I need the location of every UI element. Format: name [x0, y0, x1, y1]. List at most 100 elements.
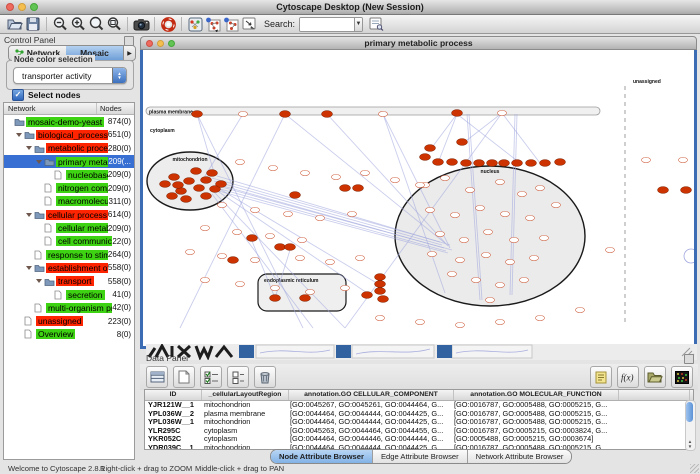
- network-node[interactable]: [356, 255, 365, 260]
- network-node[interactable]: [275, 244, 286, 251]
- node-color-dropdown[interactable]: transporter activity ▲▼: [13, 67, 127, 84]
- network-node[interactable]: [376, 315, 385, 320]
- zoom-selected-icon[interactable]: [87, 16, 105, 33]
- snapshot-camera-icon[interactable]: [132, 16, 150, 33]
- network-node[interactable]: [184, 178, 195, 185]
- network-node[interactable]: [476, 205, 485, 210]
- network-node[interactable]: [298, 237, 307, 242]
- tree-row[interactable]: response to stimul264(0): [4, 248, 134, 261]
- network-node[interactable]: [441, 175, 450, 180]
- network-node[interactable]: [266, 233, 275, 238]
- attribute-matrix-icon[interactable]: [671, 366, 693, 388]
- table-scrollbar-arrows[interactable]: ▲▼: [686, 439, 694, 449]
- save-session-icon[interactable]: [24, 16, 42, 33]
- network-node[interactable]: [606, 247, 615, 252]
- network-node[interactable]: [520, 277, 529, 282]
- unselect-all-attributes-icon[interactable]: [227, 366, 249, 388]
- network-node[interactable]: [451, 212, 460, 217]
- tree-row[interactable]: metabolic process280(0): [4, 142, 134, 155]
- network-node[interactable]: [236, 281, 245, 286]
- tree-row[interactable]: establishment of lo558(0): [4, 261, 134, 274]
- search-dropdown-arrow[interactable]: ▼: [354, 18, 362, 31]
- network-node[interactable]: [228, 257, 239, 264]
- network-node[interactable]: [486, 297, 495, 302]
- network-node[interactable]: [251, 257, 260, 262]
- network-node[interactable]: [341, 285, 350, 290]
- tree-row[interactable]: cell communicat22(0): [4, 235, 134, 248]
- network-node[interactable]: [474, 160, 485, 167]
- network-node[interactable]: [487, 160, 498, 167]
- network-node[interactable]: [169, 174, 180, 181]
- tree-row[interactable]: secretion41(0): [4, 288, 134, 301]
- select-all-attributes-icon[interactable]: [200, 366, 222, 388]
- expander-icon[interactable]: [36, 277, 44, 285]
- network-node[interactable]: [332, 174, 341, 179]
- expander-icon[interactable]: [26, 264, 34, 272]
- expander-icon[interactable]: [36, 158, 44, 166]
- window-resize-grip[interactable]: [690, 464, 699, 473]
- network-node[interactable]: [452, 110, 463, 117]
- network-node[interactable]: [201, 225, 210, 230]
- search-input[interactable]: [300, 18, 354, 31]
- network-node[interactable]: [484, 229, 493, 234]
- network-node[interactable]: [191, 168, 202, 175]
- tree-row[interactable]: multi-organism pro42(0): [4, 301, 134, 314]
- network-node[interactable]: [201, 193, 212, 200]
- network-node[interactable]: [498, 110, 507, 115]
- network-node[interactable]: [348, 211, 357, 216]
- network-node[interactable]: [456, 257, 465, 262]
- network-node[interactable]: [167, 193, 178, 200]
- tree-row[interactable]: nucleobase-209(0): [4, 168, 134, 181]
- network-node[interactable]: [576, 307, 585, 312]
- network-node[interactable]: [433, 159, 444, 166]
- network-node[interactable]: [679, 157, 688, 162]
- zoom-out-icon[interactable]: [51, 16, 69, 33]
- network-node[interactable]: [555, 159, 566, 166]
- network-graph[interactable]: plasma membrane cytoplasm mitochondrion …: [143, 50, 694, 330]
- network-node[interactable]: [207, 170, 218, 177]
- tree-row[interactable]: Overview8(0): [4, 328, 134, 341]
- tree-column-network[interactable]: Network: [4, 103, 97, 114]
- network-overview-icon[interactable]: [186, 16, 204, 33]
- network-node[interactable]: [536, 315, 545, 320]
- network-node[interactable]: [512, 160, 523, 167]
- notes-icon[interactable]: [590, 366, 612, 388]
- network-node[interactable]: [496, 319, 505, 324]
- vizmapper-icon[interactable]: [204, 16, 222, 33]
- tree-row[interactable]: transport558(0): [4, 275, 134, 288]
- table-row[interactable]: YKR052Ccytoplasm[GO:0044464, GO:0044446,…: [145, 435, 693, 444]
- network-node[interactable]: [269, 165, 278, 170]
- network-node[interactable]: [201, 177, 212, 184]
- network-node[interactable]: [280, 111, 291, 118]
- network-node[interactable]: [300, 295, 311, 302]
- expander-icon[interactable]: [16, 131, 24, 139]
- network-node[interactable]: [436, 231, 445, 236]
- network-node[interactable]: [236, 159, 245, 164]
- expander-icon[interactable]: [26, 211, 34, 219]
- network-node[interactable]: [428, 251, 437, 256]
- network-node[interactable]: [681, 187, 692, 194]
- network-node[interactable]: [499, 160, 510, 167]
- network-node[interactable]: [416, 182, 425, 187]
- network-node[interactable]: [247, 235, 258, 242]
- network-node[interactable]: [375, 288, 386, 295]
- network-node[interactable]: [251, 207, 260, 212]
- network-node[interactable]: [391, 177, 400, 182]
- network-node[interactable]: [420, 154, 431, 161]
- network-node[interactable]: [460, 237, 469, 242]
- network-node[interactable]: [233, 229, 242, 234]
- network-node[interactable]: [301, 170, 310, 175]
- network-node[interactable]: [552, 202, 561, 207]
- network-node[interactable]: [642, 157, 651, 162]
- column-header[interactable]: annotation.GO CELLULAR_COMPONENT: [289, 390, 454, 400]
- tree-row[interactable]: biological_process651(0): [4, 128, 134, 141]
- network-node[interactable]: [181, 196, 192, 203]
- search-options-icon[interactable]: [367, 16, 385, 33]
- network-node[interactable]: [447, 159, 458, 166]
- network-node[interactable]: [316, 215, 325, 220]
- network-node[interactable]: [496, 282, 505, 287]
- formula-builder-icon[interactable]: f(x): [617, 366, 639, 388]
- network-node[interactable]: [456, 322, 465, 327]
- network-node[interactable]: [496, 179, 505, 184]
- network-node[interactable]: [375, 274, 386, 281]
